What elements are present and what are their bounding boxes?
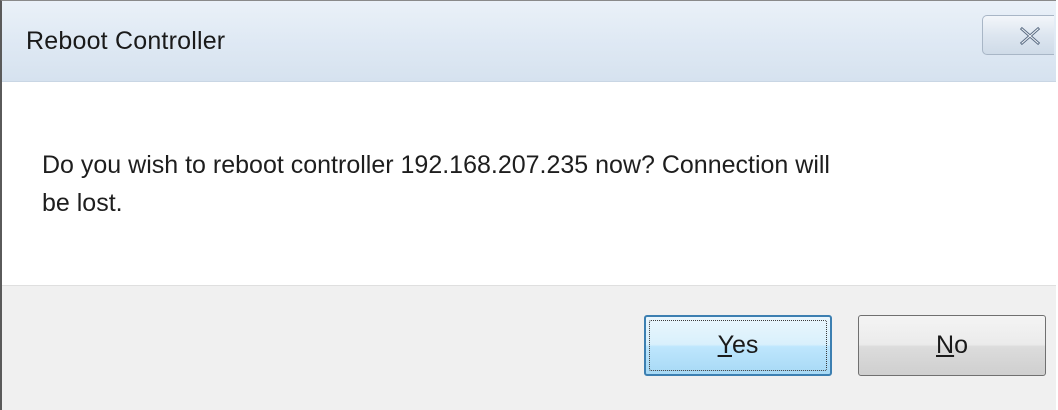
close-icon (1019, 26, 1041, 46)
yes-button[interactable]: Yes (644, 315, 832, 376)
title-bar[interactable]: Reboot Controller (2, 1, 1056, 82)
no-mnemonic: N (936, 331, 955, 359)
button-bar: Yes No (2, 285, 1056, 410)
yes-mnemonic: Y (717, 331, 732, 359)
no-label-rest: o (954, 331, 968, 359)
dialog-content: Do you wish to reboot controller 192.168… (2, 82, 1056, 285)
dialog-message: Do you wish to reboot controller 192.168… (42, 146, 1002, 222)
no-button[interactable]: No (858, 315, 1046, 376)
message-line-1: Do you wish to reboot controller 192.168… (42, 151, 830, 179)
close-button[interactable] (982, 15, 1054, 55)
reboot-controller-dialog: Reboot Controller Do you wish to reboot … (0, 0, 1056, 410)
window-title: Reboot Controller (26, 27, 226, 55)
message-line-2: be lost. (42, 189, 123, 217)
yes-label-rest: es (731, 331, 759, 359)
